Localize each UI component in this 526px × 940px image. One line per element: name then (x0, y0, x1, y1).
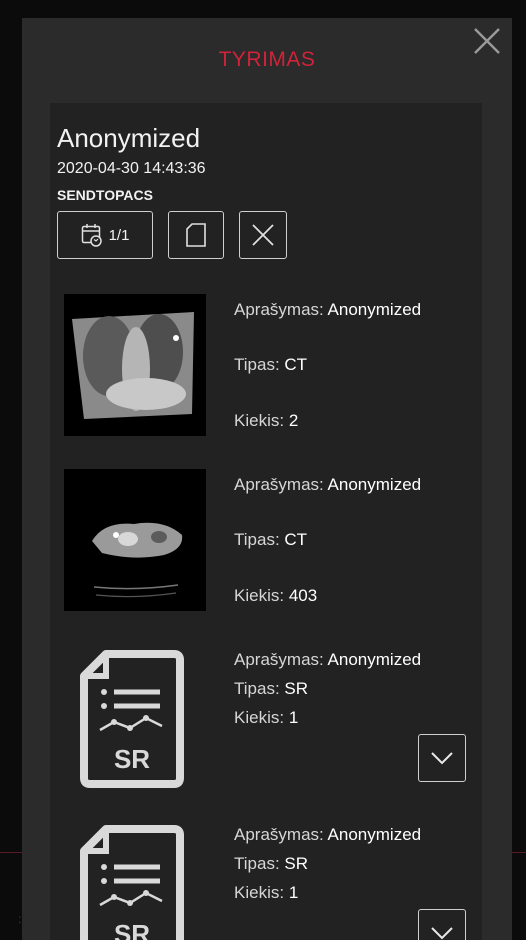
count-label: Kiekis: (234, 708, 285, 727)
description-label: Aprašymas: (234, 825, 324, 844)
chest-xray-thumbnail[interactable] (64, 294, 206, 436)
modal-title: TYRIMAS (218, 48, 316, 71)
count-label: Kiekis: (234, 586, 285, 605)
ct-axial-thumbnail[interactable] (64, 469, 206, 611)
description-value: Anonymized (327, 475, 422, 494)
study-modal: TYRIMAS Anonymized 2020-04-30 14:43:36 S… (22, 18, 512, 940)
chevron-down-icon (431, 752, 453, 765)
chevron-down-icon (431, 927, 453, 940)
count-value: 403 (288, 586, 318, 605)
remove-icon (252, 224, 274, 246)
type-value: CT (284, 530, 308, 549)
expand-button[interactable] (418, 909, 466, 940)
description-label: Aprašymas: (234, 650, 324, 669)
type-value: CT (284, 355, 308, 374)
sr-document-icon[interactable]: SR (74, 650, 196, 792)
description-value: Anonymized (327, 300, 422, 319)
count-value: 1 (288, 883, 299, 902)
description-label: Aprašymas: (234, 475, 324, 494)
study-datetime: 2020-04-30 14:43:36 (57, 160, 206, 177)
series-toggle-button[interactable]: 1/1 (57, 211, 153, 259)
sr-icon-text: SR (114, 919, 150, 940)
study-card: Anonymized 2020-04-30 14:43:36 SENDTOPAC… (50, 103, 482, 940)
calendar-refresh-icon (81, 224, 102, 247)
remove-button[interactable] (239, 211, 287, 259)
copy-icon (186, 223, 206, 247)
count-value: 2 (288, 411, 299, 430)
type-label: Tipas: (234, 355, 280, 374)
type-label: Tipas: (234, 854, 280, 873)
type-value: SR (284, 679, 309, 698)
count-value: 1 (288, 708, 299, 727)
study-aet: SENDTOPACS (57, 187, 153, 203)
type-label: Tipas: (234, 530, 280, 549)
type-value: SR (284, 854, 309, 873)
description-label: Aprašymas: (234, 300, 324, 319)
expand-button[interactable] (418, 734, 466, 782)
sr-document-icon[interactable]: SR (74, 825, 196, 940)
sr-icon-text: SR (114, 744, 150, 774)
series-counter: 1/1 (108, 226, 130, 244)
background-glyph: : (18, 912, 22, 926)
description-value: Anonymized (327, 825, 422, 844)
copy-button[interactable] (168, 211, 224, 259)
description-value: Anonymized (327, 650, 422, 669)
count-label: Kiekis: (234, 411, 285, 430)
count-label: Kiekis: (234, 883, 285, 902)
type-label: Tipas: (234, 679, 280, 698)
study-name: Anonymized (57, 123, 201, 153)
